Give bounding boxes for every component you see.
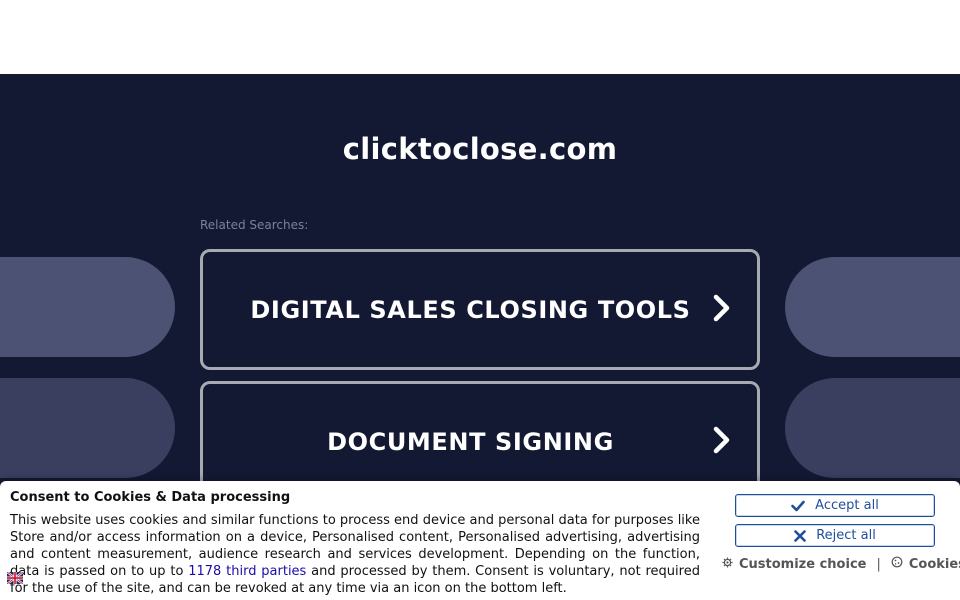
related-search-button[interactable]: DIGITAL SALES CLOSING TOOLS [200, 249, 760, 370]
gear-icon [722, 556, 733, 572]
reject-all-button[interactable]: Reject all [735, 524, 935, 547]
customize-choice-label: Customize choice [739, 556, 867, 572]
top-blank-area [0, 0, 960, 74]
customize-choice-link[interactable]: Customize choice [722, 557, 866, 572]
consent-description: This website uses cookies and similar fu… [10, 512, 700, 597]
decorative-pill-right-1 [785, 257, 960, 357]
links-separator: | [876, 556, 881, 572]
cookies-link[interactable]: Cookies [891, 556, 960, 572]
close-icon [794, 529, 806, 542]
chevron-right-icon [713, 294, 731, 326]
related-search-label: DIGITAL SALES CLOSING TOOLS [250, 295, 691, 324]
decorative-pill-left-2 [0, 378, 175, 478]
chevron-right-icon [713, 426, 731, 458]
uk-flag-icon[interactable] [6, 569, 24, 585]
related-searches-label: Related Searches: [200, 218, 309, 232]
accept-all-button[interactable]: Accept all [735, 494, 935, 517]
consent-title: Consent to Cookies & Data processing [10, 490, 291, 505]
consent-links-row: Customize choice | Cookies [722, 556, 960, 572]
decorative-pill-left-1 [0, 257, 175, 357]
cookies-label: Cookies [908, 556, 960, 572]
domain-title: clicktoclose.com [342, 132, 618, 166]
reject-all-label: Reject all [816, 528, 876, 543]
cookie-icon [891, 556, 903, 572]
cookie-consent-banner: Consent to Cookies & Data processing Thi… [0, 481, 960, 600]
decorative-pill-right-2 [785, 378, 960, 478]
third-parties-link[interactable]: 1178 third parties [188, 564, 306, 579]
accept-all-label: Accept all [815, 498, 879, 513]
check-icon [791, 500, 805, 512]
